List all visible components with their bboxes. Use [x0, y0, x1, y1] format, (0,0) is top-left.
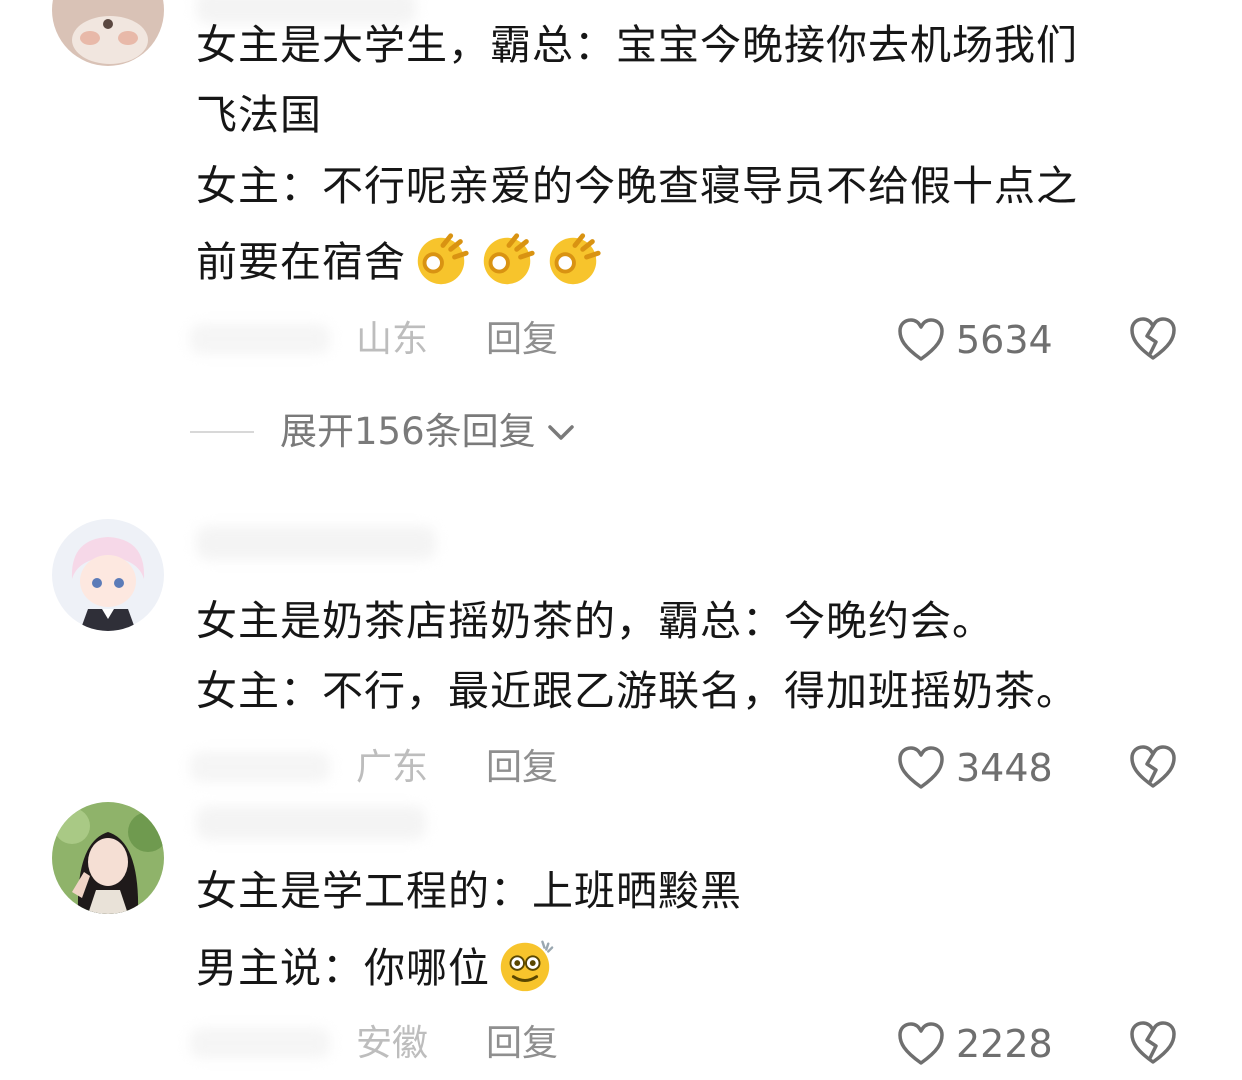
like-count: 3448 — [956, 746, 1053, 790]
dislike-button[interactable] — [1128, 316, 1178, 362]
ok-hand-icon — [542, 228, 604, 290]
expand-replies-label: 展开156条回复 — [280, 410, 536, 453]
timestamp-blurred — [190, 752, 330, 782]
timestamp-blurred — [190, 324, 330, 354]
like-count: 5634 — [956, 318, 1053, 362]
comment-text-line-with-emoji: 前要在宿舍 — [196, 228, 604, 291]
comment-text: 前要在宿舍 — [196, 238, 406, 286]
avatar-image-icon — [52, 0, 164, 66]
comment-text-line: 女主：不行，最近跟乙游联名，得加班摇奶茶。 — [196, 667, 1078, 715]
comment-text-line: 飞法国 — [196, 91, 322, 139]
chevron-down-icon — [544, 415, 578, 449]
username-blurred[interactable] — [196, 806, 426, 840]
expand-replies-button[interactable]: 展开156条回复 — [190, 404, 578, 460]
like-button[interactable]: 5634 — [896, 314, 1053, 366]
dislike-button[interactable] — [1128, 744, 1178, 790]
reply-button[interactable]: 回复 — [486, 744, 558, 792]
comment-meta-row: 山东 回复 5634 — [190, 312, 1190, 368]
user-avatar[interactable] — [52, 0, 164, 66]
comment-meta-row: 安徽 回复 2228 — [190, 1016, 1190, 1072]
heart-icon — [898, 1022, 944, 1065]
like-button[interactable]: 3448 — [896, 742, 1053, 794]
reply-button[interactable]: 回复 — [486, 1020, 558, 1068]
grinning-sweat-icon — [494, 934, 556, 996]
comment-feed: 女主是大学生，霸总：宝宝今晚接你去机场我们 飞法国 女主：不行呢亲爱的今晚查寝导… — [0, 0, 1242, 1080]
reply-button[interactable]: 回复 — [486, 316, 558, 364]
comment-text-line: 女主：不行呢亲爱的今晚查寝导员不给假十点之 — [196, 162, 1078, 210]
comment-meta-row: 广东 回复 3448 — [190, 740, 1190, 796]
ok-hand-icon — [476, 228, 538, 290]
comment-text-line: 女主是奶茶店摇奶茶的，霸总：今晚约会。 — [196, 597, 994, 645]
ok-hand-icon — [410, 228, 472, 290]
heart-icon — [898, 318, 944, 361]
dislike-button[interactable] — [1128, 1020, 1178, 1066]
broken-heart-icon — [1130, 745, 1176, 788]
like-button[interactable]: 2228 — [896, 1018, 1053, 1070]
divider — [190, 431, 254, 433]
timestamp-blurred — [190, 1028, 330, 1058]
location-label: 安徽 — [356, 1023, 429, 1064]
comment-text-line: 女主是学工程的：上班晒黢黑 — [196, 867, 742, 915]
avatar-image-icon — [52, 802, 164, 914]
broken-heart-icon — [1130, 1021, 1176, 1064]
location-label: 广东 — [356, 747, 429, 788]
comment-text-line-with-emoji: 男主说：你哪位 — [196, 934, 556, 997]
location-label: 山东 — [356, 319, 429, 360]
comment-text-line: 女主是大学生，霸总：宝宝今晚接你去机场我们 — [196, 21, 1078, 69]
comment-text: 男主说：你哪位 — [196, 944, 490, 992]
username-blurred[interactable] — [196, 526, 436, 560]
avatar-image-icon — [52, 519, 164, 631]
broken-heart-icon — [1130, 317, 1176, 360]
user-avatar[interactable] — [52, 802, 164, 914]
user-avatar[interactable] — [52, 519, 164, 631]
like-count: 2228 — [956, 1022, 1053, 1066]
heart-icon — [898, 746, 944, 789]
